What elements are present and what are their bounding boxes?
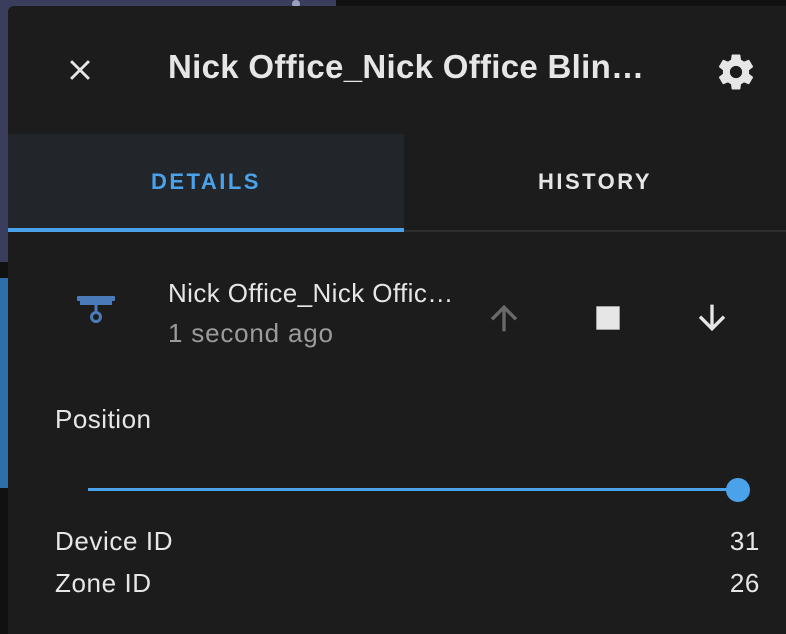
arrow-down-icon — [698, 304, 726, 332]
position-label: Position — [55, 404, 152, 434]
tab-details[interactable]: DETAILS — [8, 134, 404, 232]
entity-row: Nick Office_Nick Office Blinds 1 second … — [8, 258, 786, 368]
tab-bar: DETAILS HISTORY — [8, 134, 786, 232]
dialog-title: Nick Office_Nick Office Blinds — [168, 48, 648, 85]
tab-label: DETAILS — [151, 169, 261, 194]
close-cover-button[interactable] — [688, 294, 736, 342]
stop-icon — [596, 306, 620, 330]
tab-label: HISTORY — [537, 169, 653, 194]
more-info-dialog: Nick Office_Nick Office Blinds DETAILS H… — [8, 6, 786, 634]
stop-cover-button[interactable] — [584, 294, 632, 342]
tab-history[interactable]: HISTORY — [404, 134, 786, 230]
slider-fill — [88, 488, 738, 491]
attribute-row-device-id: Device ID 31 — [55, 526, 760, 562]
close-icon — [70, 60, 90, 80]
attribute-name: Device ID — [55, 526, 174, 556]
dialog-header: Nick Office_Nick Office Blinds — [8, 6, 786, 134]
settings-button[interactable] — [710, 46, 762, 98]
position-slider[interactable] — [88, 476, 750, 504]
open-cover-button[interactable] — [480, 294, 528, 342]
attribute-row-zone-id: Zone ID 26 — [55, 568, 760, 604]
attribute-value: 26 — [729, 568, 760, 598]
blinds-icon[interactable] — [72, 288, 120, 336]
arrow-up-icon — [490, 304, 518, 332]
gear-icon — [718, 54, 754, 90]
last-changed: 1 second ago — [168, 318, 334, 348]
slider-handle[interactable] — [726, 478, 750, 502]
attribute-value: 31 — [729, 526, 760, 556]
close-button[interactable] — [52, 42, 108, 98]
entity-name[interactable]: Nick Office_Nick Office Blinds — [168, 278, 468, 309]
active-tab-indicator — [8, 228, 404, 232]
attribute-name: Zone ID — [55, 568, 152, 598]
